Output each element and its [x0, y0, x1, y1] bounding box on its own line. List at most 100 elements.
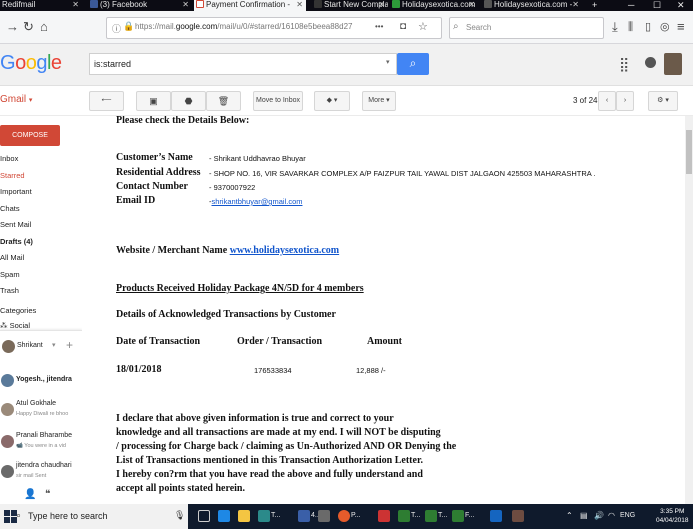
merchant-link[interactable]: www.holidaysexotica.com [230, 245, 339, 256]
home-icon[interactable]: ⌂ [40, 19, 48, 35]
labels-button[interactable]: ◆ ▾ [314, 91, 350, 111]
hangouts-panel: Shrikant ▾ + Yogesh., jitendra Atul Gokh… [0, 330, 82, 504]
gmail-label[interactable]: Gmail ▾ [0, 94, 32, 105]
email-link[interactable]: shrikantbhuyar@gmail.com [212, 197, 303, 206]
compose-button[interactable]: COMPOSE [0, 125, 60, 146]
edge-icon[interactable] [218, 510, 230, 522]
archive-button[interactable]: ▣ [136, 91, 171, 111]
tab-payment-confirmation[interactable]: Payment Confirmation - ✕ [194, 0, 306, 11]
reload-icon[interactable]: ↻ [23, 19, 34, 35]
close-tab-icon[interactable]: ✕ [182, 0, 189, 10]
field-value: - SHOP NO. 16, VIR SAVARKAR COMPLEX A/P … [209, 169, 596, 178]
tab-start-new-complaint[interactable]: Start New Complaint - H ✕ [312, 0, 388, 11]
scrollbar-thumb[interactable] [686, 130, 692, 174]
apps-grid-icon[interactable]: ⣿ [619, 56, 629, 73]
field-value: - Shrikant Uddhavrao Bhuyar [209, 154, 306, 163]
chevron-down-icon[interactable]: ▾ [52, 341, 56, 349]
firefox-icon[interactable] [338, 510, 350, 522]
app-icon[interactable] [378, 510, 390, 522]
nav-inbox[interactable]: Inbox [0, 154, 18, 163]
downloads-icon[interactable]: ⤓ [612, 19, 618, 35]
minimize-icon[interactable]: ─ [628, 0, 634, 10]
person-icon[interactable]: 👤 [24, 489, 36, 500]
app-icon[interactable] [452, 510, 464, 522]
table-cell: 18/01/2018 [116, 364, 162, 375]
url-prefix: https://mail. [135, 22, 176, 31]
wifi-icon[interactable]: ◠ [608, 511, 615, 520]
table-header: Order / Transaction [237, 336, 322, 347]
close-tab-icon[interactable]: ✕ [468, 0, 475, 10]
tab-holidaysexotica-1[interactable]: Holidaysexotica.com - ✕ [390, 0, 478, 11]
older-button[interactable]: › [616, 91, 634, 111]
nav-sent-mail[interactable]: Sent Mail [0, 220, 31, 229]
sidebar-icon[interactable]: ▯ [645, 19, 651, 35]
page-actions-icon[interactable]: ••• [375, 22, 383, 31]
close-tab-icon[interactable]: ✕ [296, 0, 303, 10]
pocket-icon[interactable]: ◘ [400, 21, 406, 32]
maximize-icon[interactable]: ☐ [653, 0, 661, 10]
info-icon[interactable]: ⓘ [112, 22, 121, 35]
taskbar-clock[interactable]: 3:35 PM 04/04/2018 [656, 507, 689, 525]
close-tab-icon[interactable]: ✕ [72, 0, 79, 10]
nav-categories[interactable]: Categories [0, 306, 36, 315]
tab-redifmail[interactable]: Redifmail ✕ [0, 0, 82, 11]
bookmark-star-icon[interactable]: ☆ [418, 20, 428, 33]
app-icon[interactable] [298, 510, 310, 522]
tab-holidaysexotica-2[interactable]: Holidaysexotica.com - ✕ [482, 0, 582, 11]
email-scrollbar[interactable] [685, 116, 693, 504]
products-line: Products Received Holiday Package 4N/5D … [116, 283, 364, 294]
back-to-list-button[interactable]: ⟵ [89, 91, 124, 111]
nav-spam[interactable]: Spam [0, 270, 20, 279]
taskbar-search-input[interactable]: ⌕ Type here to search 🎙 [0, 504, 188, 529]
gmail-label-text: Gmail [0, 94, 27, 105]
notifications-icon[interactable] [645, 57, 656, 68]
nav-important[interactable]: Important [0, 187, 32, 196]
nav-chats[interactable]: Chats [0, 204, 20, 213]
move-to-inbox-button[interactable]: Move to Inbox [253, 91, 303, 111]
close-tab-icon[interactable]: ✕ [378, 0, 385, 10]
browser-search-input[interactable]: ⌕ Search [449, 17, 604, 39]
quote-bubble-icon[interactable]: ❝ [45, 489, 50, 500]
app-icon[interactable] [512, 510, 524, 522]
search-options-icon[interactable]: ▾ [386, 58, 390, 66]
tab-facebook[interactable]: (3) Facebook ✕ [88, 0, 192, 11]
app-icon[interactable] [425, 510, 437, 522]
newer-button[interactable]: ‹ [598, 91, 616, 111]
app-icon[interactable] [398, 510, 410, 522]
close-tab-icon[interactable]: ✕ [572, 0, 579, 10]
delete-button[interactable]: 🗑 [206, 91, 241, 111]
microphone-icon[interactable]: 🎙 [174, 510, 185, 521]
nav-social[interactable]: ⁂ Social [0, 321, 30, 330]
google-logo[interactable]: Google [0, 52, 62, 75]
menu-icon[interactable]: ≡ [677, 19, 685, 35]
library-icon[interactable]: ⫼ [628, 19, 633, 35]
new-tab-icon[interactable]: + [592, 0, 597, 10]
nav-all-mail[interactable]: All Mail [0, 253, 24, 262]
gmail-search-input[interactable]: is:starred ▾ [89, 53, 397, 75]
volume-icon[interactable]: 🔊 [594, 511, 604, 520]
app-icon[interactable] [318, 510, 330, 522]
nav-starred[interactable]: Starred [0, 171, 25, 180]
file-explorer-icon[interactable] [238, 510, 250, 522]
language-indicator[interactable]: ENG [620, 512, 635, 519]
url-bar[interactable]: ⓘ 🔒 https://mail.google.com/mail/u/0/#st… [106, 17, 442, 39]
chevron-up-icon[interactable]: ⌃ [566, 511, 573, 520]
app-icon[interactable] [258, 510, 270, 522]
back-icon[interactable]: → [6, 19, 19, 35]
label-tag-icon: ◆ ▾ [326, 97, 338, 104]
nav-drafts[interactable]: Drafts (4) [0, 237, 33, 246]
task-view-icon[interactable] [198, 510, 210, 522]
nav-trash[interactable]: Trash [0, 286, 19, 295]
new-conversation-icon[interactable]: + [66, 338, 73, 352]
app-icon[interactable] [490, 510, 502, 522]
settings-button[interactable]: ⚙ ▾ [648, 91, 678, 111]
report-spam-button[interactable]: ⬣ [171, 91, 206, 111]
close-window-icon[interactable]: ✕ [677, 0, 685, 10]
avatar[interactable] [664, 53, 682, 75]
gmail-search-button[interactable]: ⌕ [397, 53, 429, 75]
url-text: https://mail.google.com/mail/u/0/#starre… [135, 22, 352, 31]
more-button[interactable]: More ▾ [362, 91, 396, 111]
field-value: -shrikantbhuyar@gmail.com [209, 197, 302, 206]
network-icon[interactable]: ▤ [580, 511, 588, 520]
synced-tabs-icon[interactable]: ◎ [660, 19, 670, 35]
